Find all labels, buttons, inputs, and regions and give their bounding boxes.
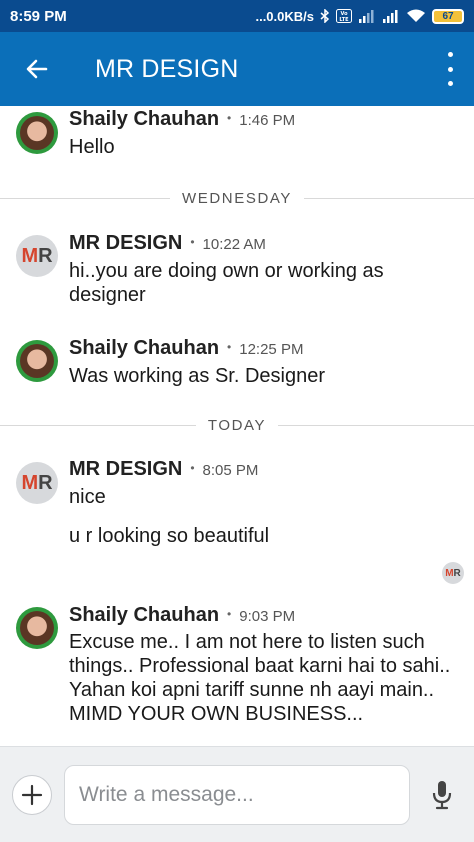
message-text: Hello bbox=[69, 136, 115, 158]
signal-icon bbox=[358, 9, 376, 23]
message-composer bbox=[0, 746, 474, 842]
network-speed: ...0.0KB/s bbox=[255, 8, 314, 24]
status-time: 8:59 PM bbox=[10, 7, 67, 25]
wifi-icon bbox=[406, 9, 426, 23]
more-vertical-icon bbox=[447, 52, 453, 57]
sender-name[interactable]: Shaily Chauhan bbox=[69, 604, 219, 627]
message-input-box[interactable] bbox=[64, 765, 410, 825]
message-time: 12:25 PM bbox=[239, 341, 304, 358]
avatar[interactable]: MR bbox=[16, 235, 58, 277]
conversation-title: MR DESIGN bbox=[95, 54, 239, 83]
add-attachment-button[interactable] bbox=[12, 775, 52, 815]
date-divider: TODAY bbox=[0, 415, 474, 435]
avatar[interactable] bbox=[16, 340, 58, 382]
bluetooth-icon bbox=[320, 9, 330, 23]
sender-name[interactable]: Shaily Chauhan bbox=[69, 337, 219, 360]
svg-text:LTE: LTE bbox=[339, 17, 349, 23]
avatar[interactable] bbox=[16, 112, 58, 154]
more-options-button[interactable] bbox=[444, 52, 456, 86]
voice-message-button[interactable] bbox=[426, 777, 458, 813]
message-list[interactable]: Shaily Chauhan • 1:46 PM Hello WEDNESDAY… bbox=[0, 106, 474, 746]
signal-icon-2 bbox=[382, 9, 400, 23]
date-divider-label: WEDNESDAY bbox=[182, 189, 292, 207]
message-time: 10:22 AM bbox=[202, 236, 266, 253]
message-time: 1:46 PM bbox=[239, 112, 296, 129]
message-time: 9:03 PM bbox=[239, 608, 296, 625]
date-divider: WEDNESDAY bbox=[0, 188, 474, 208]
sender-name[interactable]: MR DESIGN bbox=[69, 232, 182, 255]
avatar[interactable]: MR bbox=[16, 462, 58, 504]
app-bar: MR DESIGN bbox=[0, 32, 474, 106]
sender-name[interactable]: Shaily Chauhan bbox=[69, 108, 219, 131]
message-text: Excuse me.. I am not here to listen such… bbox=[69, 631, 451, 725]
avatar[interactable] bbox=[16, 607, 58, 649]
status-icons: ...0.0KB/s Vo LTE 67 bbox=[255, 8, 464, 24]
message-text: nice bbox=[69, 486, 106, 508]
status-bar: 8:59 PM ...0.0KB/s Vo LTE 67 bbox=[0, 0, 474, 32]
back-button[interactable] bbox=[0, 32, 74, 106]
message-text: hi..you are doing own or working as desi… bbox=[69, 260, 384, 306]
message-text: u r looking so beautiful bbox=[69, 525, 270, 547]
message-time: 8:05 PM bbox=[202, 462, 259, 479]
plus-icon bbox=[21, 784, 43, 806]
volte-icon: Vo LTE bbox=[336, 9, 352, 23]
message-text: Was working as Sr. Designer bbox=[69, 365, 326, 387]
sender-name[interactable]: MR DESIGN bbox=[69, 458, 182, 481]
message-input[interactable] bbox=[65, 766, 409, 824]
arrow-left-icon bbox=[26, 59, 48, 79]
date-divider-label: TODAY bbox=[207, 416, 267, 434]
read-receipt-avatar: MR bbox=[442, 562, 464, 584]
microphone-icon bbox=[432, 781, 452, 810]
battery-icon: 67 bbox=[432, 8, 464, 24]
